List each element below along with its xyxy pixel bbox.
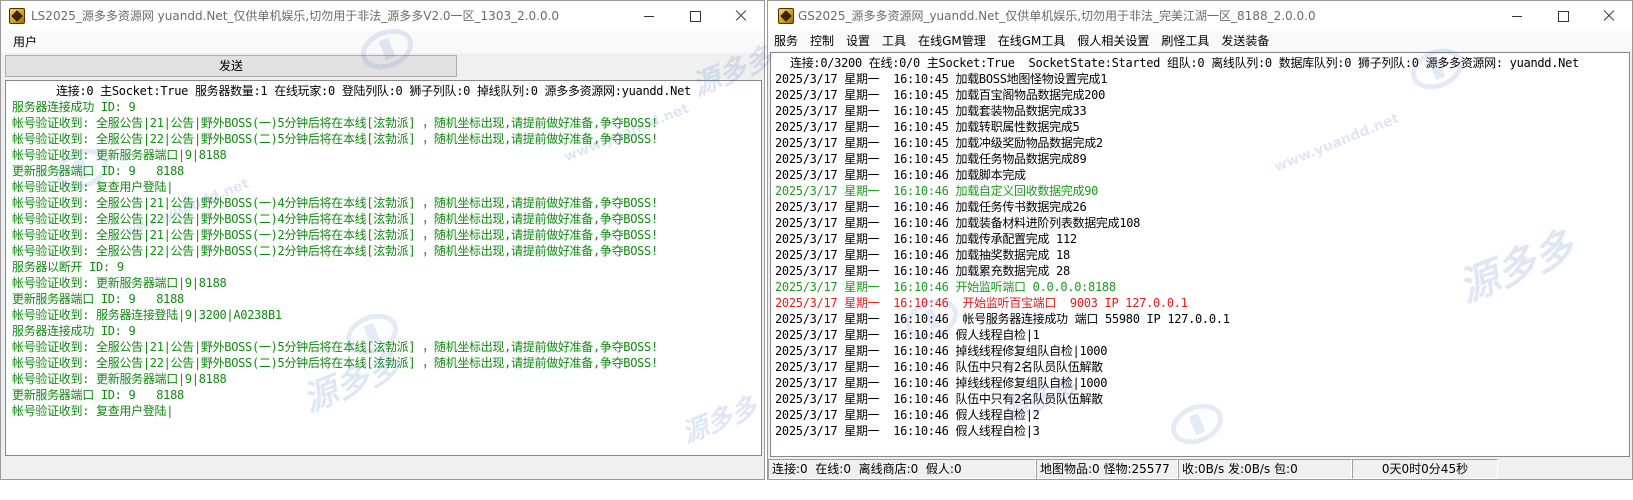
log-line: 2025/3/17 星期一 16:10:46 开始监听端口 0.0.0.0:81…	[775, 280, 1116, 294]
maximize-icon[interactable]	[672, 1, 718, 31]
log-textbox[interactable]: 连接:0 主Socket:True 服务器数量:1 在线玩家:0 登陆列队:0 …	[5, 80, 762, 456]
status-connections: 连接:0 在线:0 离线商店:0 假人:0	[768, 459, 1036, 479]
menu-spawn-tools[interactable]: 刷怪工具	[1155, 31, 1215, 51]
log-list: 2025/3/17 星期一 16:10:45 加载BOSS地图怪物设置完成1 20…	[775, 71, 1625, 439]
log-line: 2025/3/17 星期一 16:10:45 加载套装物品数据完成33	[775, 104, 1087, 118]
log-line: 2025/3/17 星期一 16:10:46 队伍中只有2名队员队伍解散	[775, 360, 1103, 374]
log-line: 2025/3/17 星期一 16:10:45 加载BOSS地图怪物设置完成1	[775, 72, 1108, 86]
menu-send-equipment[interactable]: 发送装备	[1215, 31, 1275, 51]
log-line: 帐号验证收到: 全服公告|22|公告|野外BOSS(二)5分钟后将在本线[泫勃派…	[12, 132, 658, 146]
send-button[interactable]: 发送	[5, 55, 457, 77]
log-line: 2025/3/17 星期一 16:10:46 加载累充数据完成 28	[775, 264, 1070, 278]
log-line: 2025/3/17 星期一 16:10:45 加载冲级奖励物品数据完成2	[775, 136, 1103, 150]
log-line: 帐号验证收到: 更新服务器端口|9|8188	[12, 372, 227, 386]
log-line: 2025/3/17 星期一 16:10:46 加载传承配置完成 112	[775, 232, 1077, 246]
log-line: 2025/3/17 星期一 16:10:45 加载转职属性数据完成5	[775, 120, 1080, 134]
log-line: 2025/3/17 星期一 16:10:45 加载百宝阁物品数据完成200	[775, 88, 1105, 102]
log-line: 2025/3/17 星期一 16:10:46 掉线线程修复组队自检|1000	[775, 344, 1108, 358]
log-line: 2025/3/17 星期一 16:10:46 假人线程自检|2	[775, 408, 1040, 422]
log-line: 2025/3/17 星期一 16:10:46 掉线线程修复组队自检|1000	[775, 376, 1108, 390]
menu-control[interactable]: 控制	[804, 31, 840, 51]
log-line: 2025/3/17 星期一 16:10:46 加载装备材料进阶列表数据完成108	[775, 216, 1141, 230]
log-line: 帐号验证收到: 全服公告|21|公告|野外BOSS(一)5分钟后将在本线[泫勃派…	[12, 116, 658, 130]
window-title: GS2025_源多多资源网_yuandd.Net_仅供单机娱乐,切勿用于非法_完…	[798, 9, 1316, 23]
menu-bar: 服务 控制 设置 工具 在线GM管理 在线GM工具 假人相关设置 刷怪工具 发送…	[768, 31, 1632, 51]
window-title: LS2025_源多多资源网 yuandd.Net_仅供单机娱乐,切勿用于非法_源…	[31, 9, 560, 23]
title-bar[interactable]: LS2025_源多多资源网 yuandd.Net_仅供单机娱乐,切勿用于非法_源…	[1, 1, 764, 31]
menu-settings[interactable]: 设置	[840, 31, 876, 51]
maximize-icon[interactable]	[1540, 1, 1586, 31]
log-line: 帐号验证收到: 全服公告|22|公告|野外BOSS(二)4分钟后将在本线[泫勃派…	[12, 212, 658, 226]
log-line: 2025/3/17 星期一 16:10:46 帐号服务器连接成功 端口 5598…	[775, 312, 1230, 326]
log-line: 更新服务器端口 ID: 9 8188	[12, 164, 184, 178]
log-line: 更新服务器端口 ID: 9 8188	[12, 292, 184, 306]
server-status-line: 连接:0/3200 在线:0/0 主Socket:True SocketStat…	[790, 56, 1579, 70]
gs-server-window: GS2025_源多多资源网_yuandd.Net_仅供单机娱乐,切勿用于非法_完…	[767, 0, 1633, 480]
menu-bot-settings[interactable]: 假人相关设置	[1071, 31, 1155, 51]
title-bar[interactable]: GS2025_源多多资源网_yuandd.Net_仅供单机娱乐,切勿用于非法_完…	[768, 1, 1632, 31]
status-uptime: 0天0时0分45秒	[1352, 459, 1498, 479]
menu-online-gm-tools[interactable]: 在线GM工具	[992, 31, 1072, 51]
close-icon[interactable]	[718, 1, 764, 31]
app-icon[interactable]	[778, 8, 794, 24]
status-traffic: 收:0B/s 发:0B/s 包:0	[1178, 459, 1352, 479]
log-line: 帐号验证收到: 全服公告|21|公告|野外BOSS(一)4分钟后将在本线[泫勃派…	[12, 196, 658, 210]
log-line: 帐号验证收到: 复查用户登陆|	[12, 404, 174, 418]
minimize-icon[interactable]	[626, 1, 672, 31]
menu-service[interactable]: 服务	[768, 31, 804, 51]
log-line: 2025/3/17 星期一 16:10:46 队伍中只有2名队员队伍解散	[775, 392, 1103, 406]
ls-server-window: LS2025_源多多资源网 yuandd.Net_仅供单机娱乐,切勿用于非法_源…	[0, 0, 765, 480]
log-line: 帐号验证收到: 全服公告|22|公告|野外BOSS(二)2分钟后将在本线[泫勃派…	[12, 244, 658, 258]
server-status-line: 连接:0 主Socket:True 服务器数量:1 在线玩家:0 登陆列队:0 …	[56, 84, 691, 98]
log-line: 2025/3/17 星期一 16:10:46 加载抽奖数据完成 18	[775, 248, 1070, 262]
menu-tools[interactable]: 工具	[876, 31, 912, 51]
log-line: 2025/3/17 星期一 16:10:46 假人线程自检|1	[775, 328, 1040, 342]
log-line: 2025/3/17 星期一 16:10:46 加载脚本完成	[775, 168, 1026, 182]
log-line: 服务器连接成功 ID: 9	[12, 100, 136, 114]
log-line: 帐号验证收到: 全服公告|21|公告|野外BOSS(一)5分钟后将在本线[泫勃派…	[12, 340, 658, 354]
menu-bar: 用户	[1, 31, 764, 53]
status-bar: 连接:0 在线:0 离线商店:0 假人:0 地图物品:0 怪物:25577 收:…	[768, 458, 1632, 479]
close-icon[interactable]	[1586, 1, 1632, 31]
minimize-icon[interactable]	[1494, 1, 1540, 31]
log-line: 2025/3/17 星期一 16:10:46 假人线程自检|3	[775, 424, 1040, 438]
menu-user[interactable]: 用户	[7, 32, 43, 52]
log-line: 更新服务器端口 ID: 9 8188	[12, 388, 184, 402]
log-line: 帐号验证收到: 全服公告|22|公告|野外BOSS(二)5分钟后将在本线[泫勃派…	[12, 356, 658, 370]
log-line: 2025/3/17 星期一 16:10:46 加载自定义回收数据完成90	[775, 184, 1099, 198]
status-map-objects: 地图物品:0 怪物:25577	[1036, 459, 1178, 479]
log-line: 帐号验证收到: 服务器连接登陆|9|3200|A0238B1	[12, 308, 282, 322]
log-line: 服务器以断开 ID: 9	[12, 260, 124, 274]
log-line: 帐号验证收到: 更新服务器端口|9|8188	[12, 276, 227, 290]
log-line: 2025/3/17 星期一 16:10:46 加载任务传书数据完成26	[775, 200, 1087, 214]
log-list: 服务器连接成功 ID: 9 帐号验证收到: 全服公告|21|公告|野外BOSS(一…	[12, 99, 755, 419]
log-line: 帐号验证收到: 复查用户登陆|	[12, 180, 174, 194]
menu-online-gm-manage[interactable]: 在线GM管理	[912, 31, 992, 51]
log-line: 2025/3/17 星期一 16:10:45 加载任务物品数据完成89	[775, 152, 1087, 166]
log-line: 服务器连接成功 ID: 9	[12, 324, 136, 338]
log-line: 帐号验证收到: 全服公告|21|公告|野外BOSS(一)2分钟后将在本线[泫勃派…	[12, 228, 658, 242]
log-textbox[interactable]: 连接:0/3200 在线:0/0 主Socket:True SocketStat…	[770, 52, 1630, 457]
log-line: 帐号验证收到: 更新服务器端口|9|8188	[12, 148, 227, 162]
log-line: 2025/3/17 星期一 16:10:46 开始监听百宝端口 9003 IP …	[775, 296, 1188, 310]
app-icon[interactable]	[9, 8, 25, 24]
